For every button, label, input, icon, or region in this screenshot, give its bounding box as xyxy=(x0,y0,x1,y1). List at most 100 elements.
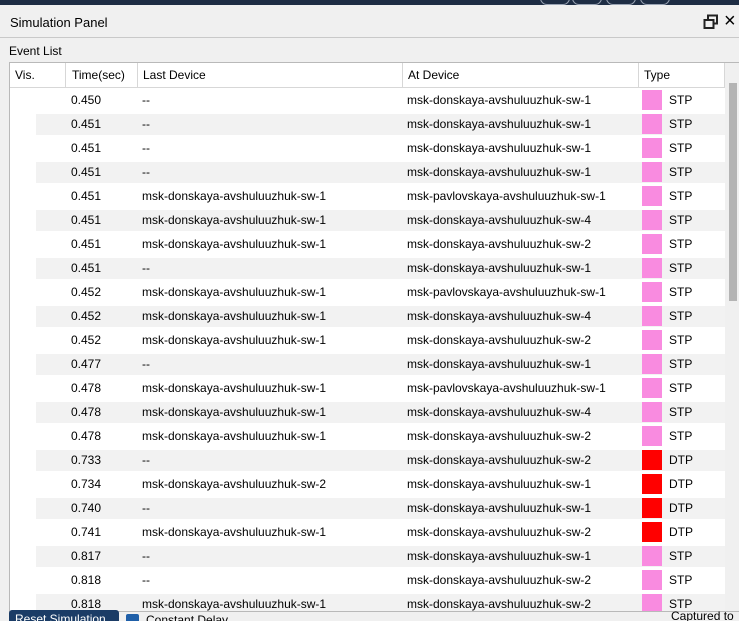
event-type: STP xyxy=(669,549,693,563)
row-stripe xyxy=(36,258,725,279)
panel-title-bar: Simulation Panel × xyxy=(0,5,739,38)
event-type: STP xyxy=(669,93,693,107)
event-type: STP xyxy=(669,381,693,395)
packet-type-color-swatch[interactable] xyxy=(642,402,662,422)
packet-type-color-swatch[interactable] xyxy=(642,330,662,350)
column-header-vis[interactable]: Vis. xyxy=(10,63,66,87)
packet-type-color-swatch[interactable] xyxy=(642,114,662,134)
column-header-last-device[interactable]: Last Device xyxy=(138,63,403,87)
event-time: 0.452 xyxy=(71,285,102,299)
event-at-device: msk-donskaya-avshuluuzhuk-sw-1 xyxy=(407,549,592,563)
packet-type-color-swatch[interactable] xyxy=(642,426,662,446)
event-last-device: msk-donskaya-avshuluuzhuk-sw-1 xyxy=(142,405,327,419)
table-row[interactable]: 0.818 msk-donskaya-avshuluuzhuk-sw-1 msk-d… xyxy=(10,592,725,611)
event-time: 0.741 xyxy=(71,525,102,539)
table-row[interactable]: 0.734 msk-donskaya-avshuluuzhuk-sw-2 msk-d… xyxy=(10,472,725,496)
event-time: 0.734 xyxy=(71,477,102,491)
event-type: DTP xyxy=(669,501,693,515)
table-row[interactable]: 0.452 msk-donskaya-avshuluuzhuk-sw-1 msk-d… xyxy=(10,304,725,328)
packet-type-color-swatch[interactable] xyxy=(642,210,662,230)
packet-type-color-swatch[interactable] xyxy=(642,258,662,278)
event-at-device: msk-pavlovskaya-avshuluuzhuk-sw-1 xyxy=(407,285,606,299)
packet-type-color-swatch[interactable] xyxy=(642,522,662,542)
close-icon[interactable]: × xyxy=(724,11,736,31)
row-stripe xyxy=(36,354,725,375)
packet-type-color-swatch[interactable] xyxy=(642,282,662,302)
table-row[interactable]: 0.740 -- msk-donskaya-avshuluuzhuk-sw-1 DTP xyxy=(10,496,725,520)
event-last-device: -- xyxy=(142,117,150,131)
packet-type-color-swatch[interactable] xyxy=(642,450,662,470)
column-header-at-device[interactable]: At Device xyxy=(403,63,639,87)
table-row[interactable]: 0.451 msk-donskaya-avshuluuzhuk-sw-1 msk-d… xyxy=(10,208,725,232)
event-time: 0.452 xyxy=(71,309,102,323)
event-last-device: -- xyxy=(142,357,150,371)
event-last-device: msk-donskaya-avshuluuzhuk-sw-1 xyxy=(142,333,327,347)
event-last-device: -- xyxy=(142,453,150,467)
row-stripe xyxy=(36,450,725,471)
table-row[interactable]: 0.478 msk-donskaya-avshuluuzhuk-sw-1 msk-p… xyxy=(10,376,725,400)
panel-title: Simulation Panel xyxy=(10,15,108,30)
event-at-device: msk-donskaya-avshuluuzhuk-sw-1 xyxy=(407,165,592,179)
reset-simulation-button[interactable]: Reset Simulation xyxy=(9,610,119,621)
scrollbar-thumb[interactable] xyxy=(729,83,737,301)
event-time: 0.740 xyxy=(71,501,102,515)
packet-type-color-swatch[interactable] xyxy=(642,498,662,518)
event-last-device: -- xyxy=(142,501,150,515)
table-row[interactable]: 0.817 -- msk-donskaya-avshuluuzhuk-sw-1 STP xyxy=(10,544,725,568)
packet-type-color-swatch[interactable] xyxy=(642,546,662,566)
event-time: 0.478 xyxy=(71,405,102,419)
event-type: STP xyxy=(669,141,693,155)
packet-type-color-swatch[interactable] xyxy=(642,354,662,374)
packet-type-color-swatch[interactable] xyxy=(642,570,662,590)
event-type: STP xyxy=(669,405,693,419)
table-row[interactable]: 0.452 msk-donskaya-avshuluuzhuk-sw-1 msk-d… xyxy=(10,328,725,352)
event-list-label: Event List xyxy=(9,44,62,58)
event-at-device: msk-donskaya-avshuluuzhuk-sw-4 xyxy=(407,213,592,227)
table-row[interactable]: 0.451 -- msk-donskaya-avshuluuzhuk-sw-1 STP xyxy=(10,256,725,280)
column-header-type[interactable]: Type xyxy=(639,63,725,87)
table-row[interactable]: 0.450 -- msk-donskaya-avshuluuzhuk-sw-1 STP xyxy=(10,88,725,112)
event-last-device: -- xyxy=(142,93,150,107)
table-row[interactable]: 0.452 msk-donskaya-avshuluuzhuk-sw-1 msk-p… xyxy=(10,280,725,304)
event-type: STP xyxy=(669,285,693,299)
restore-icon[interactable] xyxy=(703,14,719,30)
event-time: 0.818 xyxy=(71,573,102,587)
packet-type-color-swatch[interactable] xyxy=(642,378,662,398)
constant-delay-checkbox[interactable] xyxy=(126,614,139,621)
table-row[interactable]: 0.451 -- msk-donskaya-avshuluuzhuk-sw-1 STP xyxy=(10,112,725,136)
event-type: STP xyxy=(669,573,693,587)
table-row[interactable]: 0.451 msk-donskaya-avshuluuzhuk-sw-1 msk-p… xyxy=(10,184,725,208)
table-row[interactable]: 0.818 -- msk-donskaya-avshuluuzhuk-sw-2 STP xyxy=(10,568,725,592)
event-type: STP xyxy=(669,333,693,347)
event-at-device: msk-donskaya-avshuluuzhuk-sw-2 xyxy=(407,597,592,611)
table-row[interactable]: 0.451 msk-donskaya-avshuluuzhuk-sw-1 msk-d… xyxy=(10,232,725,256)
packet-type-color-swatch[interactable] xyxy=(642,474,662,494)
table-row[interactable]: 0.451 -- msk-donskaya-avshuluuzhuk-sw-1 STP xyxy=(10,160,725,184)
constant-delay-label: Constant Delay xyxy=(146,613,229,621)
event-type: STP xyxy=(669,309,693,323)
row-stripe xyxy=(36,306,725,327)
event-last-device: -- xyxy=(142,165,150,179)
event-time: 0.452 xyxy=(71,333,102,347)
table-row[interactable]: 0.478 msk-donskaya-avshuluuzhuk-sw-1 msk-d… xyxy=(10,400,725,424)
event-last-device: msk-donskaya-avshuluuzhuk-sw-1 xyxy=(142,597,327,611)
event-last-device: msk-donskaya-avshuluuzhuk-sw-1 xyxy=(142,429,327,443)
table-row[interactable]: 0.741 msk-donskaya-avshuluuzhuk-sw-1 msk-d… xyxy=(10,520,725,544)
table-row[interactable]: 0.478 msk-donskaya-avshuluuzhuk-sw-1 msk-d… xyxy=(10,424,725,448)
packet-type-color-swatch[interactable] xyxy=(642,162,662,182)
event-time: 0.451 xyxy=(71,261,102,275)
packet-type-color-swatch[interactable] xyxy=(642,138,662,158)
event-time: 0.478 xyxy=(71,429,102,443)
packet-type-color-swatch[interactable] xyxy=(642,234,662,254)
column-header-time[interactable]: Time(sec) xyxy=(67,63,138,87)
event-at-device: msk-donskaya-avshuluuzhuk-sw-1 xyxy=(407,357,592,371)
event-time: 0.451 xyxy=(71,165,102,179)
table-row[interactable]: 0.477 -- msk-donskaya-avshuluuzhuk-sw-1 STP xyxy=(10,352,725,376)
event-time: 0.733 xyxy=(71,453,102,467)
table-row[interactable]: 0.451 -- msk-donskaya-avshuluuzhuk-sw-1 STP xyxy=(10,136,725,160)
packet-type-color-swatch[interactable] xyxy=(642,186,662,206)
packet-type-color-swatch[interactable] xyxy=(642,90,662,110)
event-at-device: msk-pavlovskaya-avshuluuzhuk-sw-1 xyxy=(407,381,606,395)
packet-type-color-swatch[interactable] xyxy=(642,306,662,326)
table-row[interactable]: 0.733 -- msk-donskaya-avshuluuzhuk-sw-2 DTP xyxy=(10,448,725,472)
